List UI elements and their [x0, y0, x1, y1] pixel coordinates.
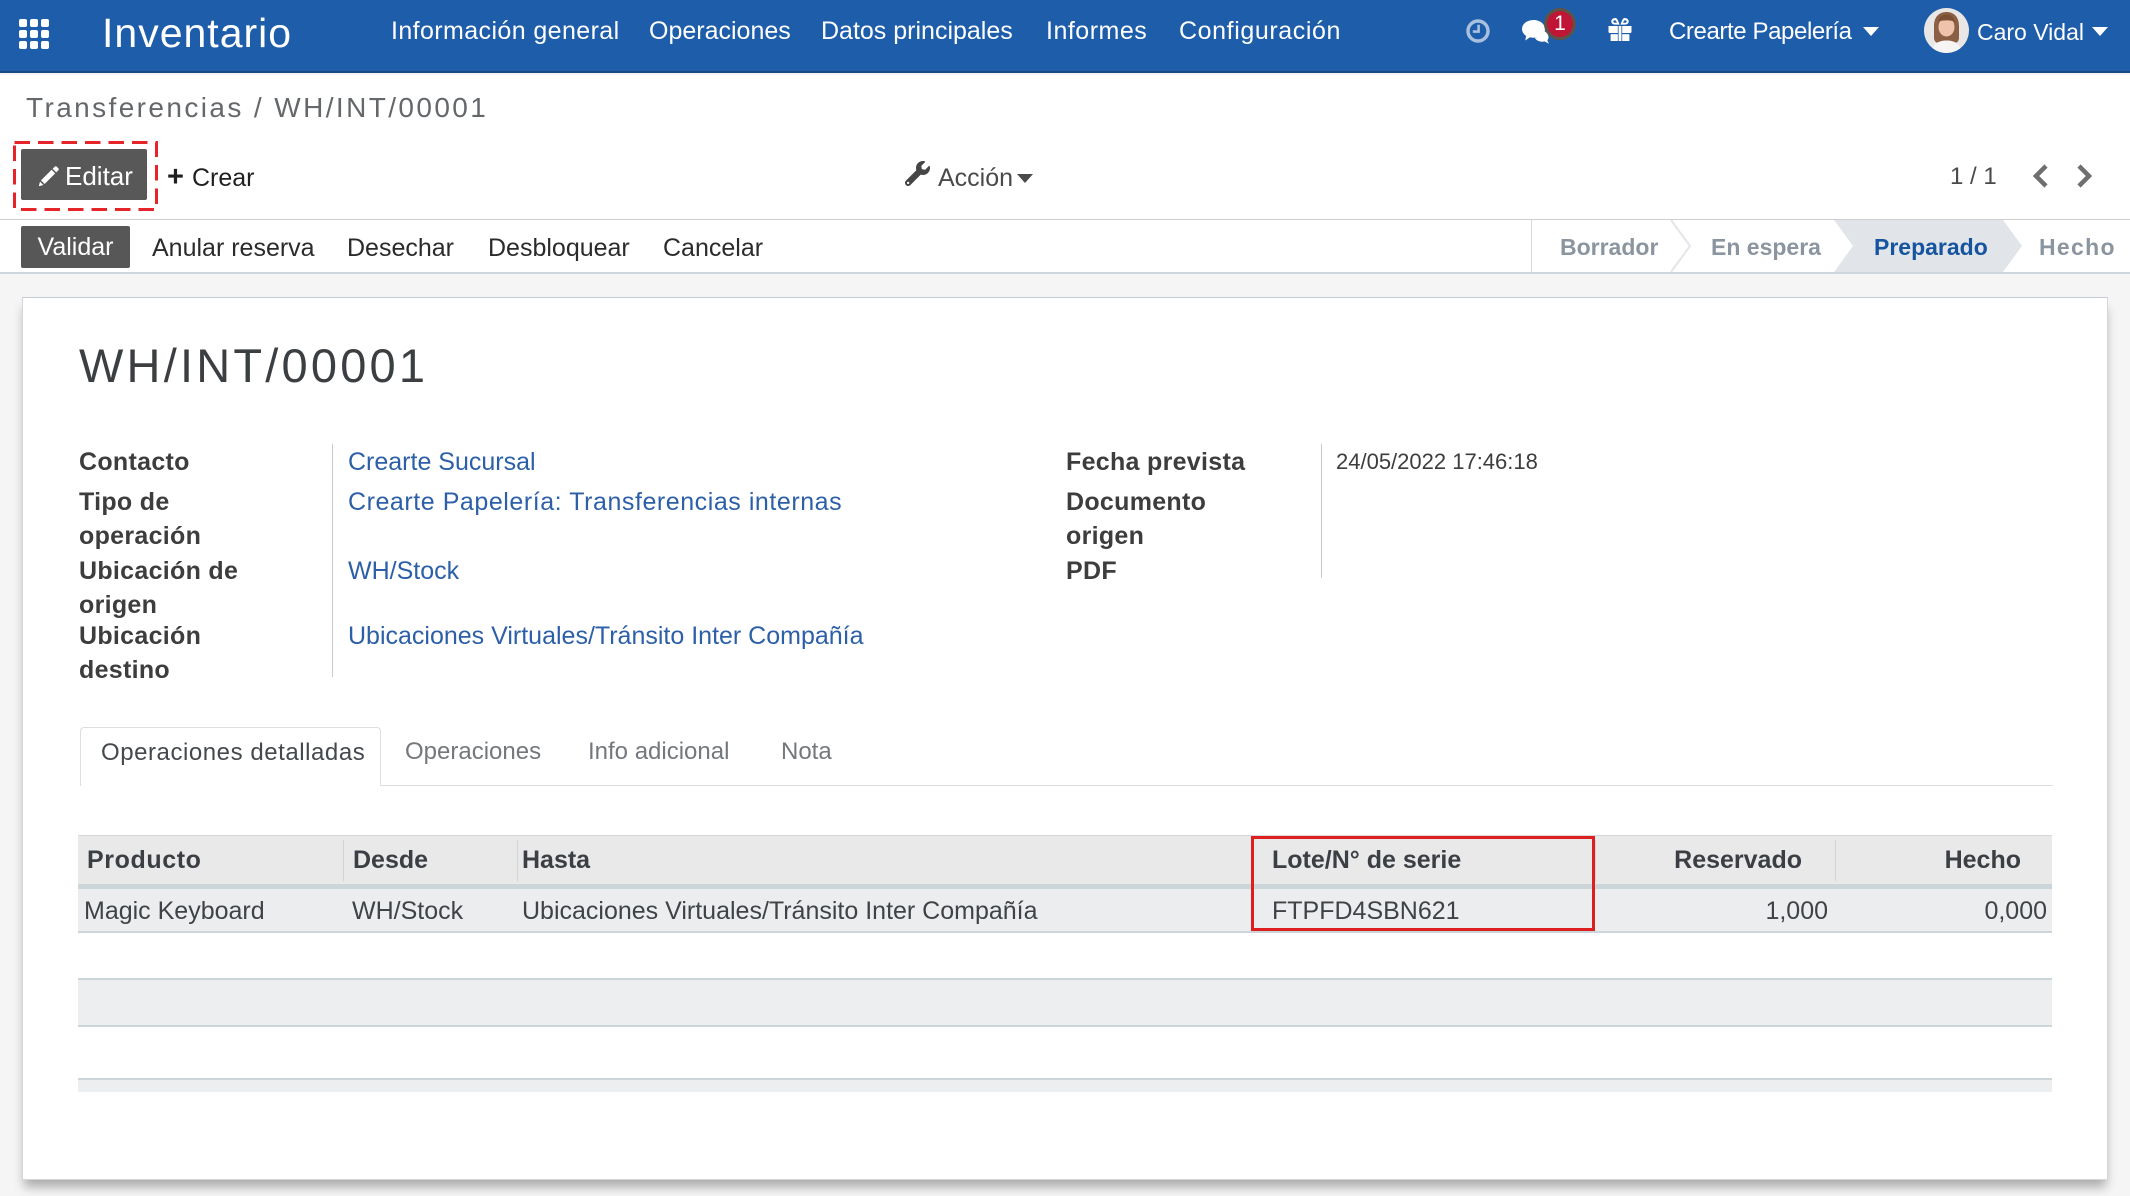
svg-text:Preparado: Preparado	[1874, 234, 1988, 260]
svg-text:Hecho: Hecho	[2039, 234, 2116, 260]
svg-text:En espera: En espera	[1711, 234, 1821, 260]
svg-text:Borrador: Borrador	[1560, 234, 1658, 260]
